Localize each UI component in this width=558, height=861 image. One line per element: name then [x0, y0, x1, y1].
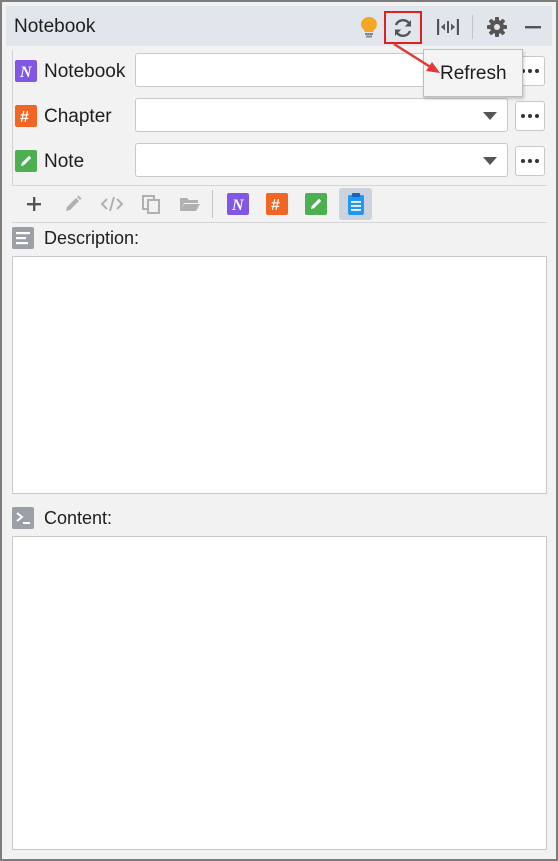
note-icon [15, 150, 37, 172]
note-row: Note [12, 143, 547, 179]
chapter-label: Chapter [44, 106, 112, 127]
chapter-icon: # [15, 105, 37, 127]
chapter-select[interactable] [135, 98, 508, 132]
description-title: Description: [44, 228, 140, 248]
annotation-arrow-icon [393, 42, 440, 73]
svg-text:N: N [231, 197, 245, 212]
note-more-button[interactable] [515, 146, 545, 176]
description-textarea[interactable] [12, 256, 547, 494]
panel-title: Notebook [14, 16, 96, 37]
code-icon[interactable] [97, 189, 127, 219]
chapter-icon[interactable]: # [262, 189, 292, 219]
chevron-down-icon[interactable] [483, 112, 497, 120]
toolbar: N # [12, 188, 547, 222]
panel-header: Notebook [6, 6, 552, 46]
content-textarea[interactable] [12, 536, 547, 850]
notebook-icon[interactable]: N [223, 189, 253, 219]
notebook-label: Notebook [44, 61, 126, 82]
svg-text:#: # [271, 197, 280, 212]
note-select[interactable] [135, 143, 508, 177]
edit-icon[interactable] [58, 189, 88, 219]
refresh-icon [394, 18, 412, 37]
gear-icon[interactable] [482, 12, 512, 42]
content-title: Content: [44, 508, 113, 528]
refresh-button[interactable] [384, 11, 422, 44]
description-icon [12, 227, 34, 249]
svg-text:#: # [20, 109, 29, 124]
folder-icon[interactable] [175, 189, 205, 219]
notebook-icon: N [15, 60, 37, 82]
minimize-icon[interactable] [518, 12, 548, 42]
notebook-panel: Notebook N Notebook # Chapter Note N # D… [0, 0, 558, 861]
note-label: Note [44, 151, 85, 172]
add-icon[interactable] [19, 189, 49, 219]
note-icon[interactable] [301, 189, 331, 219]
chapter-row: # Chapter [12, 98, 547, 134]
fit-width-icon[interactable] [433, 12, 463, 42]
svg-text:N: N [19, 64, 33, 79]
clipboard-icon[interactable] [339, 188, 372, 220]
lightbulb-icon[interactable] [354, 12, 384, 42]
copy-icon[interactable] [136, 189, 166, 219]
chapter-more-button[interactable] [515, 101, 545, 131]
chevron-down-icon[interactable] [483, 157, 497, 165]
terminal-icon [12, 507, 34, 529]
